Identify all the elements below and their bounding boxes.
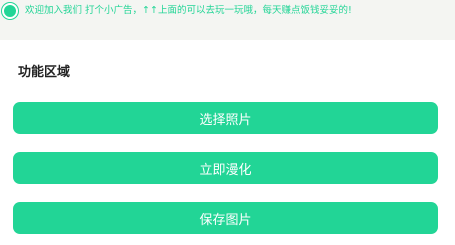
- section-title: 功能区域: [18, 65, 71, 80]
- notice-circle-icon: [2, 3, 18, 19]
- notice-bar: 欢迎加入我们 打个小广告，↑↑上面的可以去玩一玩哦，每天赚点饭钱妥妥的!: [0, 0, 455, 22]
- notice-text: 欢迎加入我们 打个小广告，↑↑上面的可以去玩一玩哦，每天赚点饭钱妥妥的!: [25, 5, 352, 16]
- cartoonize-now-button[interactable]: 立即漫化: [13, 152, 438, 184]
- select-photo-button[interactable]: 选择照片: [13, 102, 438, 134]
- save-image-button[interactable]: 保存图片: [13, 202, 438, 234]
- section-gap: [0, 22, 455, 40]
